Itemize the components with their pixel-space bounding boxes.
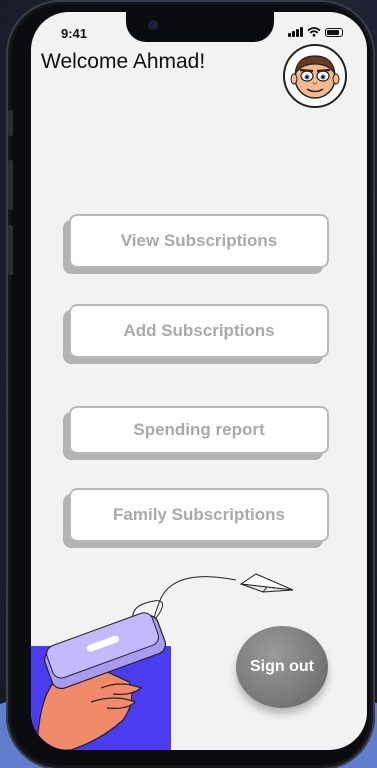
camera-icon <box>148 20 158 30</box>
mute-switch <box>8 110 13 136</box>
view-subscriptions-button[interactable]: View Subscriptions <box>69 214 329 268</box>
sign-out-button[interactable]: Sign out <box>236 626 328 708</box>
welcome-title: Welcome Ahmad! <box>41 50 206 73</box>
family-subscriptions-button[interactable]: Family Subscriptions <box>69 488 329 542</box>
status-time: 9:41 <box>61 26 88 41</box>
status-icons <box>288 27 343 37</box>
phone-frame: 9:41 Welcome Ahmad! View Subscriptions A… <box>6 0 375 768</box>
signal-icon <box>288 27 303 37</box>
paper-plane-icon <box>239 573 294 593</box>
volume-down-button <box>8 225 13 275</box>
avatar[interactable] <box>283 44 347 108</box>
add-subscriptions-button[interactable]: Add Subscriptions <box>69 304 329 358</box>
volume-up-button <box>8 160 13 210</box>
stage: 9:41 Welcome Ahmad! View Subscriptions A… <box>0 0 377 768</box>
cartoon-face-avatar-icon <box>290 55 340 99</box>
phone-screen: 9:41 Welcome Ahmad! View Subscriptions A… <box>31 12 367 750</box>
notch <box>126 12 274 42</box>
battery-icon <box>325 28 343 37</box>
spending-report-button[interactable]: Spending report <box>69 406 329 454</box>
wifi-icon <box>307 27 321 37</box>
